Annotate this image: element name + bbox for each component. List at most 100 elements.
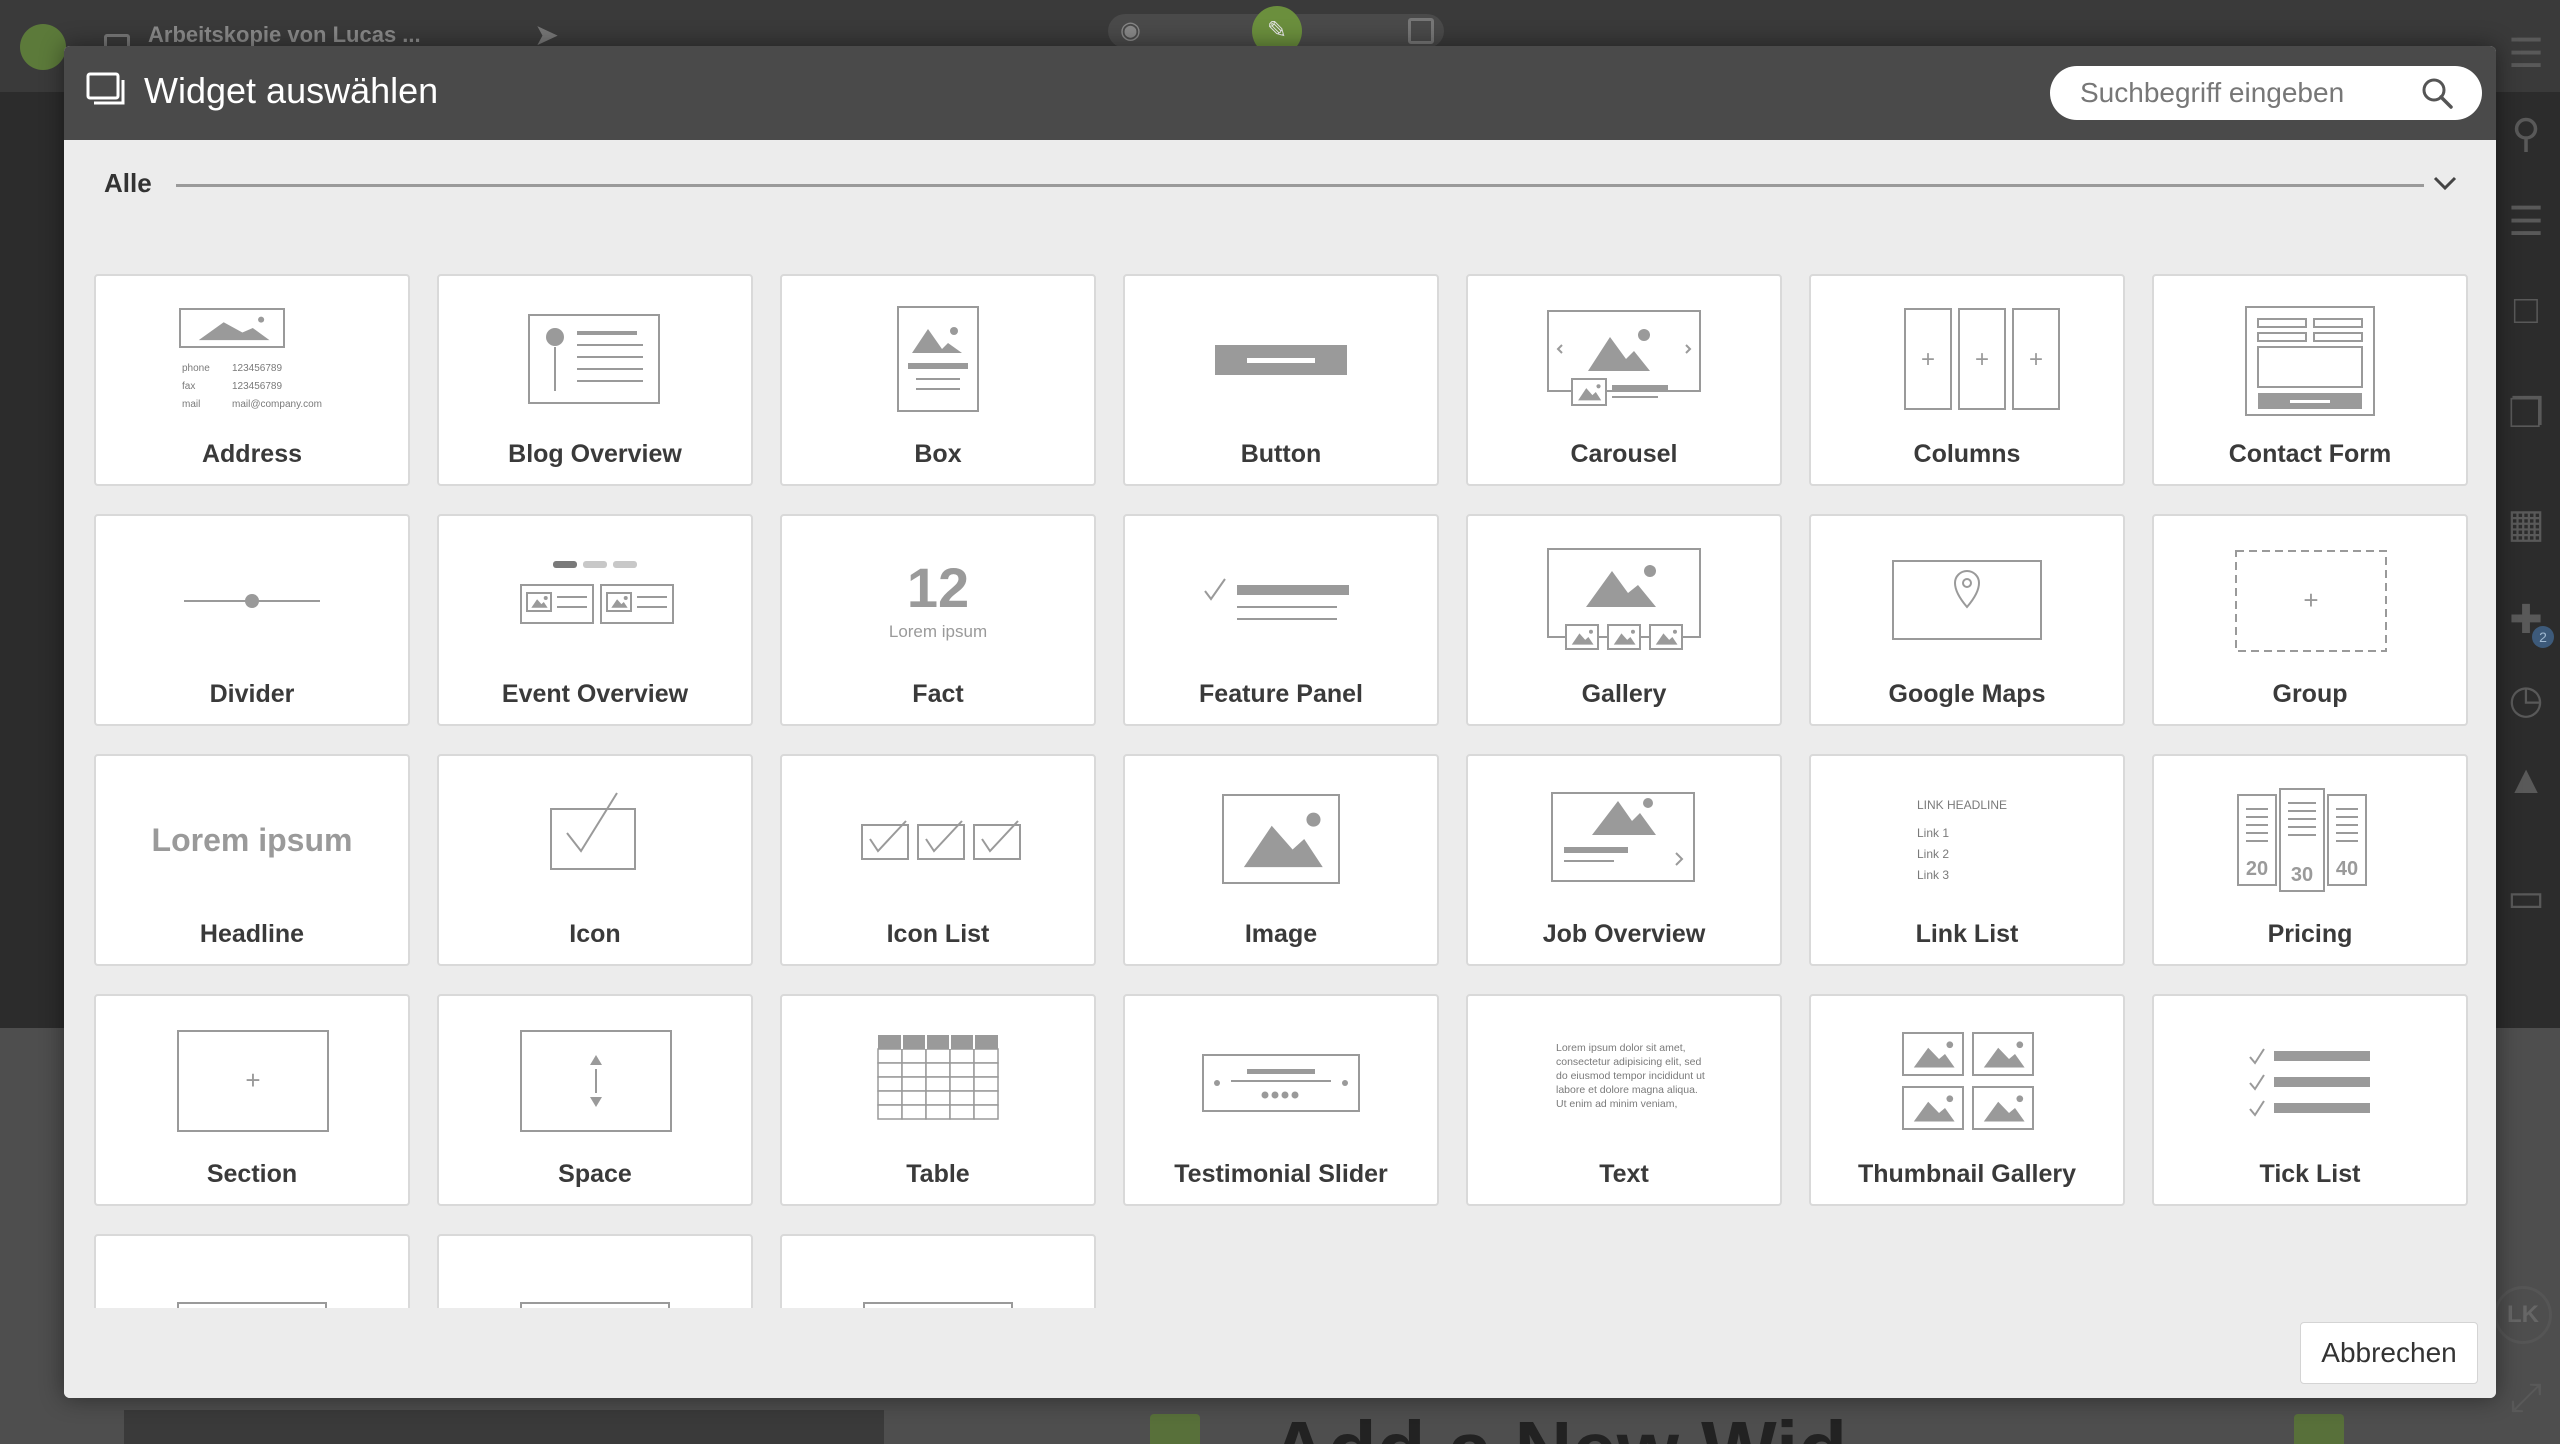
svg-text:Link 2: Link 2 [1917,847,1949,861]
widget-tile-feature-panel[interactable]: Feature Panel [1123,514,1439,726]
svg-text:12: 12 [907,556,969,619]
mountain-icon: ▲ [2506,757,2546,802]
user-avatar[interactable]: LK [2494,1286,2552,1344]
thumbnail-gallery-icon [1811,1006,2123,1156]
widget-tile-label: Group [2272,680,2348,708]
pricing-icon: 20 30 40 [2154,766,2466,916]
widget-tile-group[interactable]: + Group [2152,514,2468,726]
svg-text:labore et dolore magna aliqua.: labore et dolore magna aliqua. [1556,1084,1698,1096]
widget-tile-blog-overview[interactable]: Blog Overview [437,274,753,486]
widget-tile-label: Testimonial Slider [1174,1160,1388,1188]
svg-text:123456789: 123456789 [232,363,282,374]
widget-tile-section[interactable]: + Section [94,994,410,1206]
widget-tile-label: Columns [1913,440,2021,468]
modal-header: Widget auswählen [64,46,2496,140]
add-page-icon [1408,18,1434,44]
widget-tile-label: Icon [569,920,621,948]
svg-text:consectetur adipisicing elit,: consectetur adipisicing elit, sed [1556,1056,1701,1068]
link-list-icon: LINK HEADLINE Link 1 Link 2 Link 3 [1811,766,2123,916]
search-box[interactable] [2050,66,2482,120]
svg-text:+: + [1921,346,1935,373]
widget-tile-link-list[interactable]: LINK HEADLINE Link 1 Link 2 Link 3 Link List [1809,754,2125,966]
right-tool-rail: ☰ ⚲ ☰ □ ❐ ▦ ✚ 2 ◷ ▲ ▭ ⤢ [2492,0,2560,1444]
chevron-down-icon[interactable] [2430,168,2460,198]
icon-widget-icon [439,766,751,916]
widget-tile-label: Pricing [2267,920,2353,948]
search-icon[interactable] [2420,76,2454,110]
widget-tile-headline[interactable]: Lorem ipsum Headline [94,754,410,966]
feature-panel-icon [1125,526,1437,676]
widget-tile-testimonial-slider[interactable]: Testimonial Slider [1123,994,1439,1206]
text-icon: Lorem ipsum dolor sit amet, consectetur a… [1468,1006,1780,1156]
widget-tile-space[interactable]: Space [437,994,753,1206]
svg-text:mail: mail [182,399,200,410]
widget-tile-divider[interactable]: Divider [94,514,410,726]
widget-tile-pricing[interactable]: 20 30 40 Pricing [2152,754,2468,966]
widget-tile-address[interactable]: phone 123456789 fax 123456789 mail mail@compa… [94,274,410,486]
desktop-icon: ▭ [2507,876,2545,920]
widget-tile-label: Link List [1915,920,2019,948]
widget-tile-label: Contact Form [2228,440,2392,468]
google-maps-icon [1811,526,2123,676]
page-headline: Add a New Wid [1270,1404,1847,1444]
widget-tile-fact[interactable]: 12 Lorem ipsum Fact [780,514,1096,726]
widget-tile-label: Fact [912,680,964,708]
cancel-button[interactable]: Abbrechen [2300,1322,2478,1384]
document-title: Arbeitskopie von Lucas ... [148,22,421,47]
widget-tile-button[interactable]: Button [1123,274,1439,486]
category-filter[interactable]: Alle [64,140,2496,230]
widget-tile-table[interactable]: Table [780,994,1096,1206]
widget-tile-google-maps[interactable]: Google Maps [1809,514,2125,726]
svg-text:Link 3: Link 3 [1917,868,1949,882]
search-input[interactable] [2080,66,2420,120]
widget-tile-label: Event Overview [501,680,689,708]
testimonial-slider-icon [1125,1006,1437,1156]
widget-tile-box[interactable]: Box [780,274,1096,486]
add-widget-icon: ✚ 2 [2492,590,2560,650]
widget-grid: phone 123456789 fax 123456789 mail mail@compa… [64,230,2496,1356]
job-overview-icon [1468,766,1780,916]
carousel-icon [1468,286,1780,436]
modal-title: Widget auswählen [144,70,439,111]
widget-tile-columns[interactable]: + + + Columns [1809,274,2125,486]
widget-tile-job-overview[interactable]: Job Overview [1466,754,1782,966]
svg-text:+: + [2303,585,2318,615]
widget-tile-label: Text [1599,1160,1649,1188]
svg-text:+: + [2029,346,2043,373]
widget-tile-carousel[interactable]: Carousel [1466,274,1782,486]
list-icon: ☰ [2508,200,2544,244]
widget-tile-thumbnail-gallery[interactable]: Thumbnail Gallery [1809,994,2125,1206]
widget-tile-label: Job Overview [1542,920,1706,948]
event-overview-icon [439,526,751,676]
svg-text:Lorem ipsum dolor sit amet,: Lorem ipsum dolor sit amet, [1556,1042,1686,1054]
widget-tile-label: Google Maps [1888,680,2046,708]
category-filter-label[interactable]: Alle [104,168,152,199]
widget-tile-label: Blog Overview [508,440,682,468]
svg-text:LINK HEADLINE: LINK HEADLINE [1917,798,2007,812]
widgets-icon: ❐ [2508,392,2544,436]
badge-count: 2 [2532,626,2554,648]
widget-tile-icon[interactable]: Icon [437,754,753,966]
space-icon [439,1006,751,1156]
section-icon: + [96,1006,408,1156]
library-icon: ▦ [2507,502,2545,546]
widget-tile-label: Gallery [1581,680,1667,708]
widget-tile-image[interactable]: Image [1123,754,1439,966]
widget-tile-tick-list[interactable]: Tick List [2152,994,2468,1206]
widget-tile-contact-form[interactable]: Contact Form [2152,274,2468,486]
svg-text:mail@company.com: mail@company.com [232,399,322,410]
svg-text:do eiusmod tempor incididunt u: do eiusmod tempor incididunt ut [1556,1070,1705,1082]
widget-tile-label: Icon List [886,920,990,948]
widget-tile-icon-list[interactable]: Icon List [780,754,1096,966]
svg-text:123456789: 123456789 [232,381,282,392]
widget-tile-event-overview[interactable]: Event Overview [437,514,753,726]
folder-icon: □ [2513,287,2539,332]
tick-list-icon [2154,1006,2466,1156]
gallery-icon [1468,526,1780,676]
widget-tile-label: Table [906,1160,970,1188]
widget-tile-gallery[interactable]: Gallery [1466,514,1782,726]
button-icon [1125,286,1437,436]
svg-text:phone: phone [182,363,210,374]
widget-tile-label: Section [206,1160,298,1188]
widget-tile-text[interactable]: Lorem ipsum dolor sit amet, consectetur a… [1466,994,1782,1206]
